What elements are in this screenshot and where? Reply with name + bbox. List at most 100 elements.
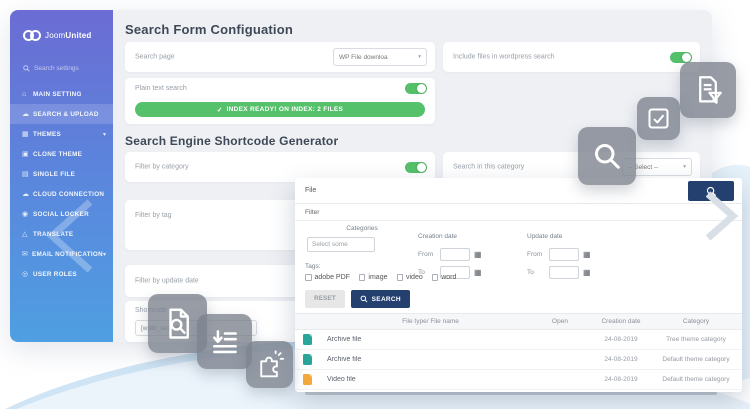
categories-select-input[interactable]: Select some	[307, 237, 375, 252]
shortcode-generator-title: Search Engine Shortcode Generator	[125, 134, 338, 148]
sidebar-item-label: SEARCH & UPLOAD	[33, 111, 99, 118]
file-type-icon	[303, 334, 312, 345]
calendar-icon[interactable]: ▦	[583, 269, 591, 277]
sidebar-search-input[interactable]: Search settings	[23, 65, 79, 72]
search-preview-panel: File Filter Categories Select some Creat…	[295, 178, 742, 392]
tag-checkbox-image[interactable]: image	[359, 274, 388, 281]
file-name: Archive file	[327, 356, 534, 363]
preview-search-bar: File	[295, 178, 742, 204]
sidebar-item-main-setting[interactable]: ⌂MAIN SETTING	[10, 84, 113, 104]
from-label: From	[527, 251, 545, 258]
include-files-label: Include files in wordpress search	[453, 54, 555, 61]
plain-text-search-toggle[interactable]	[405, 83, 427, 94]
creation-from-input[interactable]	[440, 248, 470, 261]
tag-checkbox-word[interactable]: word	[432, 274, 457, 281]
creation-date-cell: 24-08-2019	[586, 376, 656, 383]
checkbox-icon	[432, 274, 439, 281]
check-icon: ✓	[217, 106, 223, 114]
sidebar-item-search-upload[interactable]: ☁SEARCH & UPLOAD	[10, 104, 113, 124]
checkbox-icon	[305, 274, 312, 281]
tag-label: adobe PDF	[315, 274, 350, 281]
tag-checkbox-adobe-pdf[interactable]: adobe PDF	[305, 274, 350, 281]
sidebar-item-themes[interactable]: ▦THEMES▾	[10, 124, 113, 144]
translate-icon: △	[22, 230, 33, 238]
calendar-icon[interactable]: ▦	[474, 251, 482, 259]
from-label: From	[418, 251, 436, 258]
sidebar-item-single-file[interactable]: ▤SINGLE FILE	[10, 164, 113, 184]
search-icon	[360, 295, 368, 303]
search-page-dropdown[interactable]: WP File downloa ▾	[333, 48, 427, 66]
category-cell: Default theme category	[656, 356, 736, 363]
search-submit-label: SEARCH	[372, 296, 401, 303]
calendar-icon[interactable]: ▦	[474, 269, 482, 277]
categories-group: Categories Select some	[307, 225, 399, 252]
update-date-group: Update date From ▦ To ▦	[527, 225, 591, 279]
download-list-icon	[208, 325, 242, 359]
page-title: Search Form Configuation	[125, 22, 293, 37]
index-ready-label: INDEX READY! ON INDEX: 2 FILES	[227, 106, 344, 113]
creation-date-cell: 24-08-2019	[586, 356, 656, 363]
sidebar: JoomUnited Search settings ⌂MAIN SETTING…	[10, 10, 113, 342]
tag-checkbox-video[interactable]: video	[397, 274, 423, 281]
file-type-icon	[303, 374, 312, 385]
search-icon	[23, 65, 30, 72]
tag-label: video	[406, 274, 423, 281]
update-from-input[interactable]	[549, 248, 579, 261]
cloud-icon: ☁	[22, 190, 33, 198]
list-download-tile	[197, 314, 252, 369]
checkbox-icon	[359, 274, 366, 281]
search-icon	[589, 138, 625, 174]
magnifier-tile	[578, 127, 636, 185]
preview-filter-row: Filter	[295, 204, 742, 221]
creation-date-label: Creation date	[418, 233, 457, 240]
checkbox-icon	[397, 274, 404, 281]
category-cell: Default theme category	[656, 376, 736, 383]
sidebar-item-clone-theme[interactable]: ▣CLONE THEME	[10, 144, 113, 164]
results-table: File type/ File name Open Creation date …	[295, 313, 742, 390]
checkbox-tile	[637, 97, 680, 140]
decorative-chevron-right-icon	[699, 188, 745, 246]
puzzle-icon	[255, 350, 285, 380]
sidebar-search-placeholder: Search settings	[34, 65, 79, 72]
puzzle-tile	[246, 341, 293, 388]
update-to-input[interactable]	[549, 266, 579, 279]
file-icon-cell	[303, 374, 327, 385]
file-type-icon	[303, 354, 312, 365]
chevron-down-icon: ▾	[103, 131, 106, 138]
include-files-toggle[interactable]	[670, 52, 692, 63]
joomunited-logo: JoomUnited	[23, 30, 91, 41]
upload-cloud-icon: ☁	[22, 110, 33, 118]
filter-category-toggle[interactable]	[405, 162, 427, 173]
table-row[interactable]: Archive file24-08-2019Tree theme categor…	[295, 330, 742, 350]
checkmark-icon	[645, 105, 672, 132]
calendar-icon[interactable]: ▦	[583, 251, 591, 259]
table-row[interactable]: Archive file 24-08-2019Default theme cate…	[295, 350, 742, 370]
logo-circle-icon	[30, 30, 41, 41]
document-filter-icon	[691, 73, 725, 107]
document-search-icon	[160, 306, 196, 342]
update-date-label: Update date	[527, 233, 562, 240]
categories-label: Categories	[307, 225, 399, 232]
decorative-chevron-left-icon	[38, 196, 113, 276]
index-ready-button[interactable]: ✓ INDEX READY! ON INDEX: 2 FILES	[135, 102, 425, 117]
file-icon-cell	[303, 354, 327, 365]
tag-label: word	[441, 274, 456, 281]
header-creation-date: Creation date	[586, 318, 656, 325]
sidebar-item-label: SINGLE FILE	[33, 171, 75, 178]
creation-date-cell: 24-08-2019	[586, 336, 656, 343]
search-page-label: Search page	[135, 54, 175, 61]
search-submit-button[interactable]: SEARCH	[351, 290, 410, 308]
chevron-down-icon: ▾	[418, 54, 421, 60]
chevron-down-icon: ▾	[683, 164, 686, 170]
header-category: Category	[656, 318, 736, 325]
user-icon: ◎	[22, 270, 33, 278]
category-cell: Tree theme category	[656, 336, 736, 343]
sidebar-item-label: CLONE THEME	[33, 151, 82, 158]
file-name: Video file	[327, 376, 534, 383]
header-open: Open	[534, 318, 586, 325]
include-files-card: Include files in wordpress search	[443, 42, 700, 72]
reset-button[interactable]: RESET	[305, 290, 345, 308]
logo-text: JoomUnited	[45, 31, 91, 40]
table-row[interactable]: Video file 24-08-2019Default theme catego…	[295, 370, 742, 390]
creation-date-group: Creation date From ▦ To ▦	[418, 225, 482, 279]
